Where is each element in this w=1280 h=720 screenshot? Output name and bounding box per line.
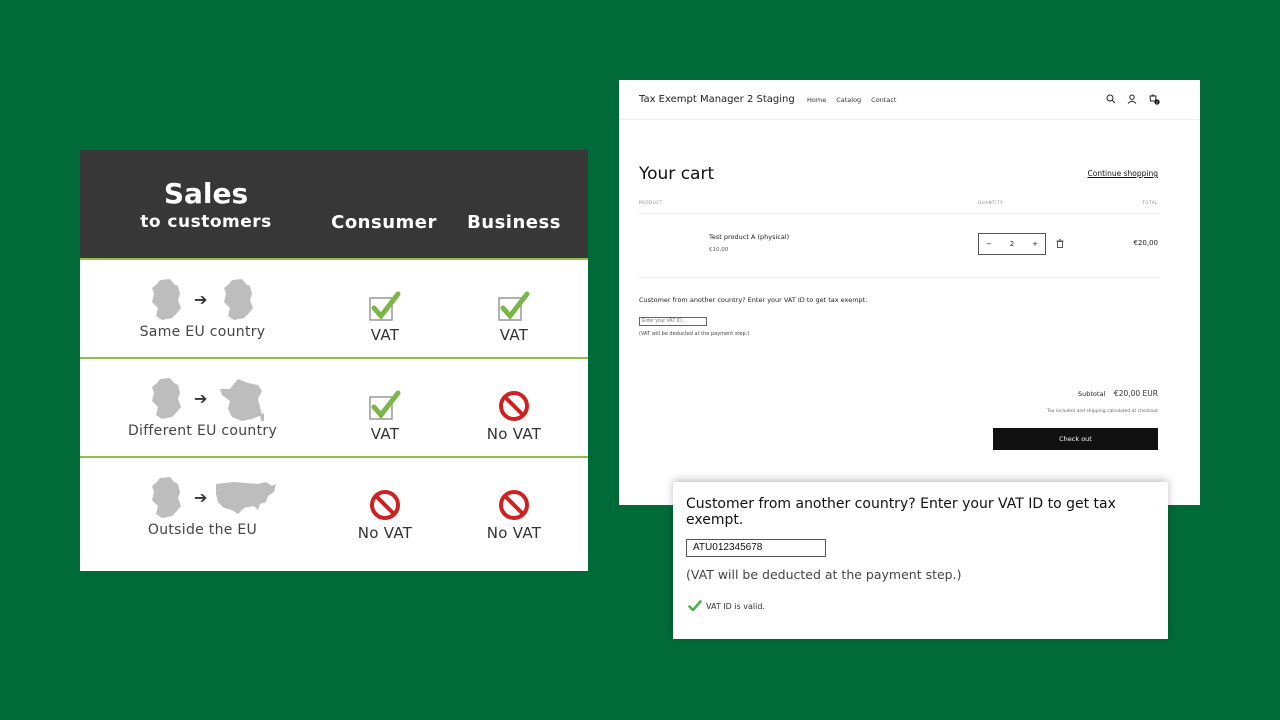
quantity-stepper: − 2 + xyxy=(978,233,1046,255)
cart-item-total: €20,00 xyxy=(1133,239,1159,247)
vat-table-title: Sales xyxy=(163,177,249,210)
checkout-button[interactable]: Check out xyxy=(993,428,1158,450)
continue-shopping-link[interactable]: Continue shopping xyxy=(1088,169,1158,178)
vat-status-text: No VAT xyxy=(357,524,413,542)
vat-id-input[interactable]: ATU012345678 xyxy=(686,539,826,557)
trash-icon[interactable] xyxy=(1056,239,1064,248)
consumer-cell: VAT xyxy=(330,290,440,350)
germany-map-icon xyxy=(152,477,181,518)
shop-header: Tax Exempt Manager 2 Staging Home Catalo… xyxy=(619,80,1200,120)
column-header-quantity: QUANTITY xyxy=(978,200,1004,205)
vat-valid-text: VAT ID is valid. xyxy=(706,601,765,611)
divider xyxy=(639,213,1158,214)
shop-cart-page: Tax Exempt Manager 2 Staging Home Catalo… xyxy=(619,80,1200,505)
nav-catalog[interactable]: Catalog xyxy=(836,96,861,104)
table-row: ➔ Same EU country VAT VAT xyxy=(80,258,588,357)
column-header-consumer: Consumer xyxy=(331,212,437,233)
cart-icon[interactable]: 2 xyxy=(1148,93,1160,105)
business-cell: VAT xyxy=(459,290,569,350)
quantity-value[interactable]: 2 xyxy=(1010,240,1014,248)
tax-note: Tax included and shipping calculated at … xyxy=(1047,409,1158,414)
vat-status-text: VAT xyxy=(370,326,400,344)
consumer-cell: VAT xyxy=(330,389,440,449)
arrow-icon: ➔ xyxy=(194,389,208,408)
prohibited-icon xyxy=(499,391,529,421)
arrow-icon: ➔ xyxy=(194,488,208,507)
row-label: Same EU country xyxy=(139,324,266,340)
row-label: Different EU country xyxy=(127,423,278,439)
subtotal-value: €20,00 EUR xyxy=(1113,389,1158,398)
cart-count-badge: 2 xyxy=(1156,100,1158,104)
germany-map-icon xyxy=(152,279,181,320)
search-icon[interactable] xyxy=(1106,94,1116,104)
vat-status-text: No VAT xyxy=(486,425,542,443)
check-icon xyxy=(369,291,401,321)
arrow-icon: ➔ xyxy=(194,290,208,309)
vat-table-header: Sales to customers Consumer Business xyxy=(80,150,588,258)
table-row: ➔ Different EU country VAT No VAT xyxy=(80,357,588,456)
prohibited-icon xyxy=(499,490,529,520)
business-cell: No VAT xyxy=(459,389,569,449)
nav-contact[interactable]: Contact xyxy=(871,96,896,104)
check-icon xyxy=(498,291,530,321)
cart-item-price: €10,00 xyxy=(709,247,729,253)
vat-note-text: (VAT will be deducted at the payment ste… xyxy=(686,567,962,582)
vat-valid-message: VAT ID is valid. xyxy=(688,600,765,612)
vat-rules-table: Sales to customers Consumer Business ➔ S… xyxy=(80,150,588,571)
divider xyxy=(639,277,1158,278)
table-row: ➔ Outside the EU No VAT No VAT xyxy=(80,456,588,569)
vat-prompt-text: Customer from another country? Enter you… xyxy=(686,496,1116,528)
main-nav: Home Catalog Contact xyxy=(807,96,896,104)
nav-home[interactable]: Home xyxy=(807,96,826,104)
germany-map-icon xyxy=(152,378,181,419)
vat-id-zoom-panel: Customer from another country? Enter you… xyxy=(673,482,1168,639)
check-icon xyxy=(688,600,702,612)
row-label: Outside the EU xyxy=(147,522,258,538)
cart-item-name[interactable]: Test product A (physical) xyxy=(709,233,789,241)
check-icon xyxy=(369,390,401,420)
subtotal-label: Subtotal xyxy=(1078,390,1106,398)
account-icon[interactable] xyxy=(1127,94,1137,104)
prohibited-icon xyxy=(370,490,400,520)
vat-status-text: No VAT xyxy=(486,524,542,542)
france-map-icon xyxy=(220,379,264,421)
column-header-business: Business xyxy=(467,212,561,233)
column-header-product: PRODUCT xyxy=(639,200,663,205)
vat-status-text: VAT xyxy=(499,326,529,344)
header-icons: 2 xyxy=(1106,93,1160,105)
vat-table-subtitle: to customers xyxy=(140,212,272,232)
column-header-total: TOTAL xyxy=(1142,200,1158,205)
germany-map-icon xyxy=(224,279,253,320)
page-title: Your cart xyxy=(639,164,715,184)
plus-icon[interactable]: + xyxy=(1032,240,1038,248)
vat-status-text: VAT xyxy=(370,425,400,443)
minus-icon[interactable]: − xyxy=(986,240,992,248)
store-name[interactable]: Tax Exempt Manager 2 Staging xyxy=(639,94,795,105)
vat-prompt-text: Customer from another country? Enter you… xyxy=(639,296,868,304)
vat-id-input[interactable]: Enter your VAT ID... xyxy=(639,317,707,326)
usa-map-icon xyxy=(216,482,276,514)
vat-note-text: (VAT will be deducted at the payment ste… xyxy=(639,331,750,337)
consumer-cell: No VAT xyxy=(330,488,440,548)
business-cell: No VAT xyxy=(459,488,569,548)
